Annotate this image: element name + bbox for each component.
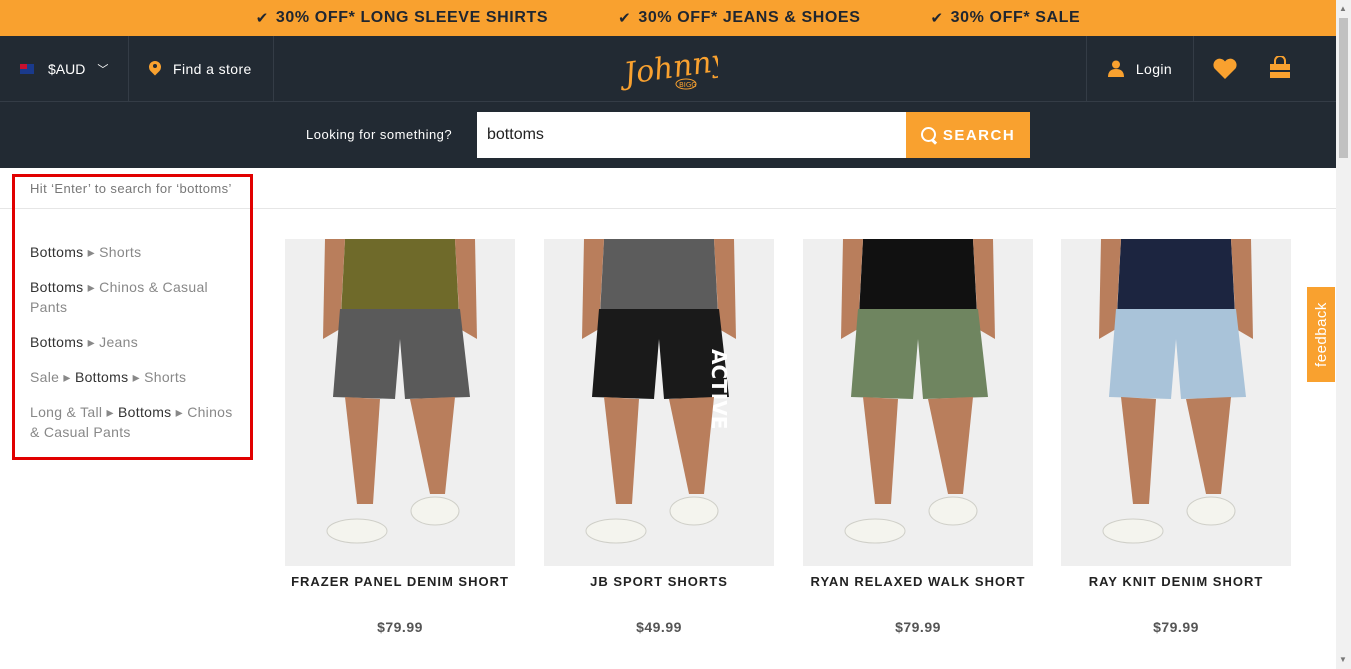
suggestion-keyword: Bottoms [30, 244, 84, 260]
scroll-up-icon[interactable]: ▲ [1339, 4, 1347, 13]
map-pin-icon [149, 61, 161, 77]
check-icon: ✔ [255, 10, 269, 27]
check-icon: ✔ [930, 10, 944, 27]
product-image[interactable] [285, 239, 515, 566]
suggestion-path: ▸ Jeans [83, 334, 139, 350]
product-name[interactable]: RAY KNIT DENIM SHORT [1061, 574, 1291, 589]
promo-text: 30% OFF* JEANS & SHOES [638, 9, 861, 26]
suggestion-item[interactable]: Bottoms ▸ Shorts [30, 242, 240, 262]
product-price: $79.99 [1153, 619, 1199, 635]
scroll-down-icon[interactable]: ▼ [1339, 655, 1347, 664]
search-row: Looking for something? SEARCH [0, 102, 1336, 168]
site-header: $AUD ﹀ Find a store Johnny BIGG Login Lo… [0, 36, 1336, 168]
suggestion-item[interactable]: Long & Tall ▸ Bottoms ▸ Chinos & Casual … [30, 402, 240, 442]
product-card[interactable]: FRAZER PANEL DENIM SHORT $79.99 [285, 239, 515, 635]
login-label: Login [1135, 60, 1173, 77]
promo-item[interactable]: ✔ 30% OFF* LONG SLEEVE SHIRTS [256, 9, 548, 27]
currency-selector[interactable]: $AUD ﹀ [0, 36, 129, 101]
promo-item[interactable]: ✔ 30% OFF* JEANS & SHOES [618, 9, 860, 27]
suggestion-item[interactable]: Sale ▸ Bottoms ▸ Shorts [30, 367, 240, 387]
promo-text: 30% OFF* LONG SLEEVE SHIRTS [275, 9, 549, 26]
find-store-label: Find a store [173, 60, 252, 77]
product-price: $79.99 [377, 619, 423, 635]
suggestion-path: Long & Tall ▸ [30, 404, 119, 420]
promo-item[interactable]: ✔ 30% OFF* SALE [930, 9, 1080, 27]
johnny-bigg-logo[interactable]: Johnny BIGG [618, 40, 718, 100]
product-image[interactable] [1061, 239, 1291, 566]
au-flag-icon [20, 63, 34, 74]
product-price: $79.99 [895, 619, 941, 635]
suggestion-item[interactable]: Bottoms ▸ Chinos & Casual Pants [30, 277, 240, 317]
search-button-label: SEARCH [942, 126, 1016, 144]
user-icon [1107, 60, 1124, 77]
product-name[interactable]: JB SPORT SHORTS [544, 574, 774, 589]
scroll-thumb[interactable] [1339, 18, 1348, 158]
check-icon: ✔ [618, 10, 632, 27]
suggestion-keyword: Bottoms [74, 369, 129, 385]
search-label: Looking for something? [306, 127, 453, 142]
suggestion-path: ▸ Shorts [83, 244, 142, 260]
login-link[interactable]: Login [1086, 36, 1194, 101]
scrollbar[interactable]: ▲ ▼ [1336, 0, 1351, 669]
product-card[interactable]: RAY KNIT DENIM SHORT $79.99 [1061, 239, 1291, 635]
suggestion-path: ▸ Shorts [128, 369, 187, 385]
suggestion-keyword: Bottoms [30, 279, 84, 295]
feedback-tab[interactable]: feedback [1306, 286, 1336, 383]
suggestion-path: Sale ▸ [30, 369, 75, 385]
product-name[interactable]: RYAN RELAXED WALK SHORT [803, 574, 1033, 589]
search-icon [920, 127, 937, 143]
logo-sub: BIGG [679, 81, 697, 89]
product-price: $49.99 [636, 619, 682, 635]
product-image[interactable]: ACTIVE [544, 239, 774, 566]
find-store-link[interactable]: Find a store [129, 36, 274, 101]
currency-label: $AUD [48, 60, 86, 77]
logo-text: Johnny [618, 43, 718, 93]
promo-text: 30% OFF* SALE [950, 9, 1081, 26]
search-button[interactable]: SEARCH [906, 112, 1030, 158]
suggestion-keyword: Bottoms [30, 334, 84, 350]
product-card[interactable]: ACTIVE JB SPORT SHORTS $49.99 [544, 239, 774, 635]
feedback-label: feedback [1312, 302, 1330, 367]
product-image[interactable] [803, 239, 1033, 566]
product-name[interactable]: FRAZER PANEL DENIM SHORT [285, 574, 515, 589]
suggestion-item[interactable]: Bottoms ▸ Jeans [30, 332, 240, 352]
shopping-bag-icon[interactable] [1268, 56, 1292, 80]
header-top: $AUD ﹀ Find a store Johnny BIGG Login [0, 36, 1336, 102]
search-input[interactable] [477, 112, 907, 158]
chevron-down-icon: ﹀ [97, 63, 109, 76]
product-card[interactable]: RYAN RELAXED WALK SHORT $79.99 [803, 239, 1033, 635]
heart-icon[interactable] [1212, 58, 1238, 80]
suggestion-keyword: Bottoms [118, 404, 172, 420]
promo-bar: ✔ 30% OFF* LONG SLEEVE SHIRTS ✔ 30% OFF* J… [0, 0, 1336, 36]
